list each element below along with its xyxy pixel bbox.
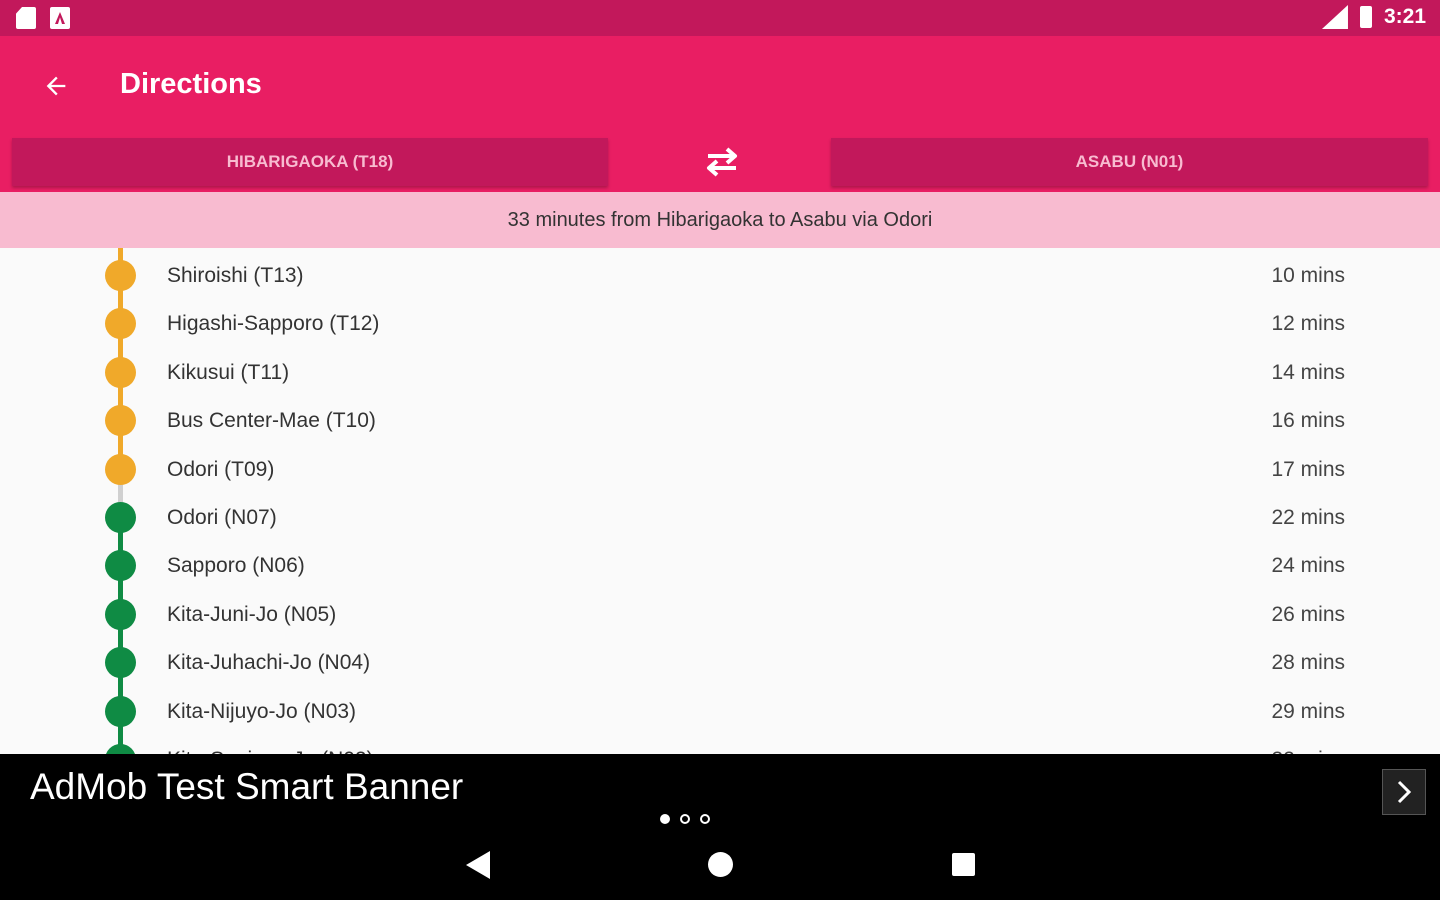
route-stop-row[interactable]: Bus Center-Mae (T10) 16 mins	[0, 396, 1440, 444]
station-dot-icon	[105, 550, 136, 582]
travel-time: 17 mins	[1271, 457, 1345, 481]
to-station-button[interactable]: ASABU (N01)	[831, 138, 1428, 186]
station-name: Kita-Nijuyo-Jo (N03)	[167, 699, 357, 723]
status-clock: 3:21	[1383, 5, 1426, 28]
travel-time: 16 mins	[1271, 409, 1345, 433]
ad-next-button[interactable]	[1382, 769, 1426, 815]
station-name: Kita-Juni-Jo (N05)	[167, 602, 337, 626]
travel-time: 24 mins	[1271, 554, 1345, 578]
travel-time: 14 mins	[1271, 360, 1345, 384]
arrow-back-icon	[46, 76, 66, 96]
signal-icon	[1321, 5, 1348, 29]
sd-card-icon	[16, 7, 36, 29]
route-stop-row[interactable]: Kikusui (T11) 14 mins	[0, 348, 1440, 396]
ad-text: AdMob Test Smart Banner	[30, 766, 464, 807]
travel-time: 22 mins	[1271, 506, 1345, 529]
route-stop-row[interactable]: Kita-Nijuyo-Jo (N03) 29 mins	[0, 687, 1440, 735]
station-name: Shiroishi (T13)	[167, 264, 304, 287]
route-stop-row[interactable]: Kita-Sanjuyo-Jo (N02)32 mins	[0, 735, 1440, 754]
route-stop-row[interactable]: Kita-Juhachi-Jo (N04) 28 mins	[0, 638, 1440, 686]
travel-time: 10 mins	[1271, 264, 1345, 287]
system-nav-bar	[0, 830, 1440, 900]
station-dot-icon	[105, 405, 136, 437]
station-name: Sapporo (N06)	[167, 554, 305, 578]
station-dot-icon	[105, 260, 136, 291]
from-station-button[interactable]: HIBARIGAOKA (T18)	[12, 138, 608, 186]
pager-dot	[660, 814, 670, 824]
station-dot-icon	[105, 356, 136, 388]
page-title: Directions	[120, 68, 262, 100]
swap-stations-button[interactable]	[698, 144, 746, 180]
status-bar: 3:21	[0, 0, 1440, 36]
route-summary: 33 minutes from Hibarigaoka to Asabu via…	[0, 192, 1440, 248]
ad-banner[interactable]: AdMob Test Smart Banner	[0, 754, 1440, 830]
route-stop-row[interactable]: Sapporo (N06) 24 mins	[0, 541, 1440, 589]
travel-time: 12 mins	[1271, 312, 1345, 336]
station-dot-icon	[105, 647, 136, 679]
route-stop-row[interactable]: Shiroishi (T13) 10 mins	[0, 251, 1440, 299]
pager-dot	[700, 814, 710, 824]
nav-home-icon[interactable]	[708, 852, 733, 877]
chevron-right-icon	[1397, 780, 1412, 804]
station-name: Kikusui (T11)	[167, 360, 290, 384]
station-name: Bus Center-Mae (T10)	[167, 409, 376, 433]
app-notification-icon	[50, 7, 70, 29]
station-name: Odori (N07)	[167, 506, 277, 529]
nav-back-icon[interactable]	[466, 851, 490, 879]
nav-recents-icon[interactable]	[952, 853, 975, 876]
route-stop-row[interactable]: Odori (N07) 22 mins	[0, 493, 1440, 541]
ad-pager	[660, 814, 710, 824]
station-dot-icon	[105, 744, 136, 754]
station-name: Kita-Juhachi-Jo (N04)	[167, 651, 371, 675]
swap-arrows-icon	[707, 147, 737, 177]
station-name: Higashi-Sapporo (T12)	[167, 312, 380, 336]
app-bar: Directions HIBARIGAOKA (T18) ASABU (N01)	[0, 36, 1440, 192]
station-dot-icon	[105, 598, 136, 630]
travel-time: 26 mins	[1271, 602, 1345, 626]
battery-icon	[1359, 6, 1372, 28]
station-dot-icon	[105, 502, 136, 533]
route-list[interactable]: Shiroishi (T13) 10 mins Higashi-Sapporo (T…	[0, 248, 1440, 754]
station-dot-icon	[105, 695, 136, 727]
route-stop-row[interactable]: Odori (T09) 17 mins	[0, 445, 1440, 493]
station-dot-icon	[105, 308, 136, 340]
pager-dot	[680, 814, 690, 824]
route-stop-row[interactable]: Higashi-Sapporo (T12) 12 mins	[0, 299, 1440, 347]
travel-time: 28 mins	[1271, 651, 1345, 675]
back-button[interactable]	[36, 66, 76, 106]
station-dot-icon	[105, 453, 136, 485]
travel-time: 29 mins	[1271, 699, 1345, 723]
station-name: Odori (T09)	[167, 457, 275, 481]
route-stop-row[interactable]: Kita-Juni-Jo (N05) 26 mins	[0, 590, 1440, 638]
